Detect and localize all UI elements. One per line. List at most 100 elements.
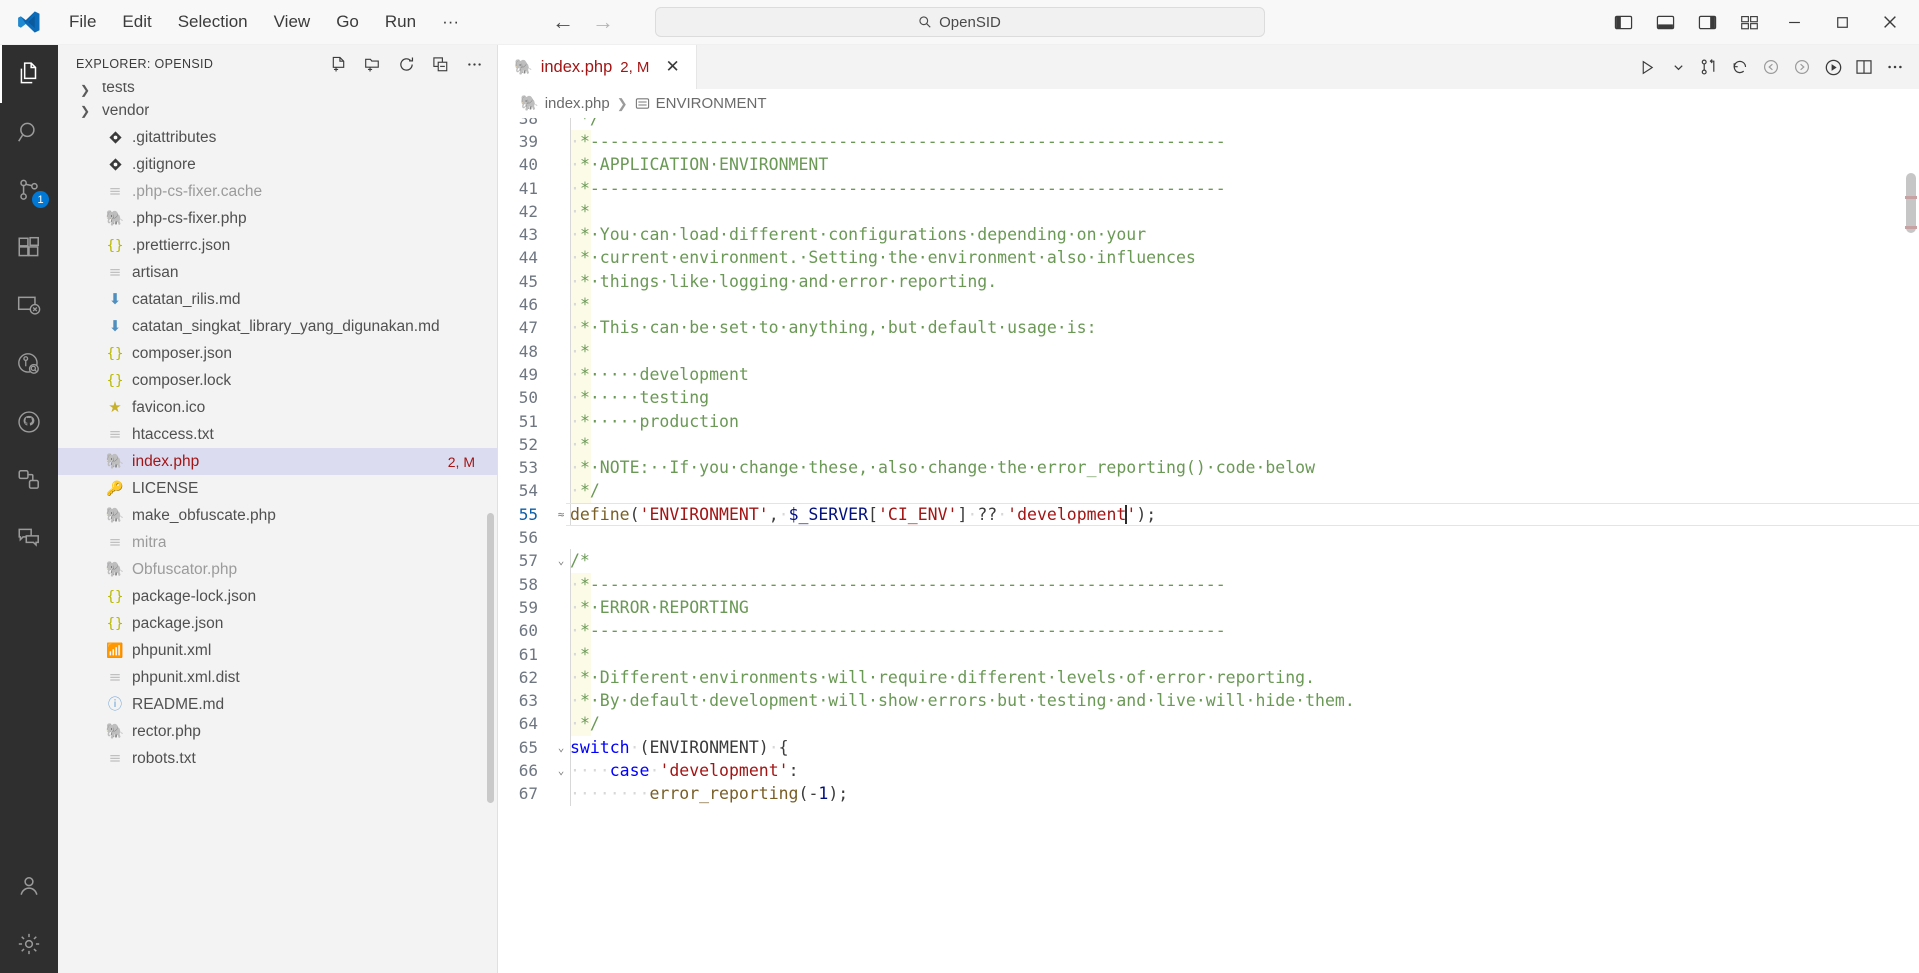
fold-toggle-icon[interactable]: ⌄ <box>552 759 570 782</box>
breadcrumb-item-file[interactable]: 🐘 index.php <box>520 95 610 112</box>
code-line[interactable]: 58 ·*------------------------------------… <box>498 572 1919 596</box>
tree-row-mitra[interactable]: ≡ mitra <box>58 529 497 556</box>
tree-row-license[interactable]: 🔑 LICENSE <box>58 475 497 502</box>
activity-bar-item-extensions[interactable] <box>0 219 58 277</box>
go-back-icon[interactable]: ← <box>552 11 574 33</box>
tree-row-composer-lock[interactable]: {} composer.lock <box>58 367 497 394</box>
command-center[interactable]: OpenSID <box>654 7 1265 37</box>
code-line[interactable]: 67 ········error_reporting(-1); <box>498 782 1919 806</box>
tree-row-obfuscator-php[interactable]: 🐘 Obfuscator.php <box>58 556 497 583</box>
toggle-panel-icon[interactable] <box>1645 3 1685 41</box>
new-folder-icon[interactable] <box>357 50 387 78</box>
chevron-down-icon[interactable] <box>1664 52 1692 82</box>
activity-bar-item-explorer[interactable] <box>0 45 58 103</box>
collapse-all-icon[interactable] <box>425 50 455 78</box>
new-file-icon[interactable] <box>323 50 353 78</box>
code-line[interactable]: 43 ·*·You·can·load·different·configuratio… <box>498 223 1919 247</box>
discard-icon[interactable] <box>1726 52 1754 82</box>
menu-go[interactable]: Go <box>323 8 372 36</box>
menu-file[interactable]: File <box>56 8 109 36</box>
code-editor[interactable]: 38 */39 ·*-------------------------------… <box>498 118 1919 973</box>
code-line[interactable]: 51 ·*·····production <box>498 409 1919 433</box>
tree-row-htaccess-txt[interactable]: ≡ htaccess.txt <box>58 421 497 448</box>
code-line[interactable]: 48 ·* <box>498 339 1919 363</box>
tree-row-index-php[interactable]: 🐘 index.php 2, M <box>58 448 497 475</box>
tree-row-catatan-rilis-md[interactable]: ⬇ catatan_rilis.md <box>58 286 497 313</box>
activity-bar-item-search[interactable] <box>0 103 58 161</box>
activity-bar-item-github[interactable] <box>0 393 58 451</box>
explorer-scrollbar[interactable] <box>487 513 494 803</box>
split-editor-icon[interactable] <box>1850 52 1878 82</box>
menu-run[interactable]: Run <box>372 8 429 36</box>
tree-row-phpunit-xml-dist[interactable]: ≡ phpunit.xml.dist <box>58 664 497 691</box>
code-line[interactable]: 64 ·*/ <box>498 712 1919 736</box>
tree-row-make-obfuscate-php[interactable]: 🐘 make_obfuscate.php <box>58 502 497 529</box>
breadcrumb-item-symbol[interactable]: ENVIRONMENT <box>635 95 767 112</box>
arrow-circle-right-icon[interactable] <box>1788 52 1816 82</box>
window-maximize-button[interactable] <box>1819 0 1865 44</box>
customize-layout-icon[interactable] <box>1729 3 1769 41</box>
code-line[interactable]: 44 ·*·current·environment.·Setting·the·en… <box>498 246 1919 270</box>
fold-toggle-icon[interactable]: ⌄ <box>552 549 570 572</box>
file-tree[interactable]: ❯ tests ❯ vendor .gitattributes .gitigno… <box>58 83 497 973</box>
tree-row-tests[interactable]: ❯ tests <box>58 83 497 97</box>
tree-row-gitignore[interactable]: .gitignore <box>58 151 497 178</box>
arrow-circle-left-icon[interactable] <box>1757 52 1785 82</box>
window-minimize-button[interactable] <box>1771 0 1817 44</box>
toggle-secondary-sidebar-icon[interactable] <box>1687 3 1727 41</box>
code-line[interactable]: 59 ·*·ERROR·REPORTING <box>498 595 1919 620</box>
editor-more-actions-icon[interactable] <box>1881 52 1909 82</box>
code-line[interactable]: 62 ·*·Different·environments·will·require… <box>498 665 1919 690</box>
close-icon[interactable]: ✕ <box>661 55 683 79</box>
compare-changes-icon[interactable] <box>1695 52 1723 82</box>
tab-index-php[interactable]: 🐘 index.php 2, M ✕ <box>498 45 697 89</box>
activity-bar-item-manage[interactable] <box>0 915 58 973</box>
code-line[interactable]: 60 ·*------------------------------------… <box>498 619 1919 643</box>
explorer-more-actions-icon[interactable] <box>459 50 489 78</box>
tree-row-artisan[interactable]: ≡ artisan <box>58 259 497 286</box>
tree-row-package-lock-json[interactable]: {} package-lock.json <box>58 583 497 610</box>
menu-selection[interactable]: Selection <box>165 8 261 36</box>
menu-more[interactable]: ··· <box>429 8 472 36</box>
tree-row-composer-json[interactable]: {} composer.json <box>58 340 497 367</box>
code-line[interactable]: 50 ·*·····testing <box>498 386 1919 410</box>
fold-toggle-icon[interactable]: ⌄ <box>552 736 570 759</box>
code-line[interactable]: 40 ·*·APPLICATION·ENVIRONMENT <box>498 153 1919 177</box>
activity-bar-item-remote-explorer[interactable] <box>0 277 58 335</box>
code-lines[interactable]: 38 */39 ·*-------------------------------… <box>498 118 1919 806</box>
tree-row-favicon-ico[interactable]: ★ favicon.ico <box>58 394 497 421</box>
go-forward-icon[interactable]: → <box>592 11 614 33</box>
code-line[interactable]: 56 <box>498 526 1919 549</box>
tree-row-catatan-singkat-md[interactable]: ⬇ catatan_singkat_library_yang_digunakan… <box>58 313 497 340</box>
run-debug-icon[interactable] <box>1819 52 1847 82</box>
fold-toggle-icon[interactable]: ≈ <box>552 503 570 526</box>
code-line[interactable]: 66 ⌄ ····case·'development': <box>498 759 1919 783</box>
code-line[interactable]: 41 ·*------------------------------------… <box>498 176 1919 200</box>
activity-bar-item-accounts[interactable] <box>0 857 58 915</box>
code-line[interactable]: 49 ·*·····development <box>498 362 1919 387</box>
tree-row-package-json[interactable]: {} package.json <box>58 610 497 637</box>
menu-edit[interactable]: Edit <box>109 8 164 36</box>
code-line[interactable]: 46 ·* <box>498 293 1919 317</box>
refresh-icon[interactable] <box>391 50 421 78</box>
menu-view[interactable]: View <box>261 8 324 36</box>
code-line[interactable]: 53 ·*·NOTE:··If·you·change·these,·also·ch… <box>498 456 1919 480</box>
tree-row-prettierrc-json[interactable]: {} .prettierrc.json <box>58 232 497 259</box>
code-line[interactable]: 39 ·*------------------------------------… <box>498 130 1919 154</box>
tree-row-gitattributes[interactable]: .gitattributes <box>58 124 497 151</box>
code-line[interactable]: 38 */ <box>498 118 1919 130</box>
tree-row-php-cs-fixer-php[interactable]: 🐘 .php-cs-fixer.php <box>58 205 497 232</box>
code-line[interactable]: 45 ·*·things·like·logging·and·error·repor… <box>498 269 1919 294</box>
toggle-primary-sidebar-icon[interactable] <box>1603 3 1643 41</box>
tree-row-phpunit-xml[interactable]: 📶 phpunit.xml <box>58 637 497 664</box>
code-line[interactable]: 55 ≈ define('ENVIRONMENT',·$_SERVER['CI_EN… <box>498 502 1919 527</box>
code-line[interactable]: 54 ·*/ <box>498 479 1919 503</box>
tree-row-readme-md[interactable]: ⓘ README.md <box>58 691 497 718</box>
editor-scrollbar[interactable] <box>1906 173 1916 233</box>
tree-row-vendor[interactable]: ❯ vendor <box>58 97 497 124</box>
play-icon[interactable] <box>1633 52 1661 82</box>
activity-bar-item-chat[interactable] <box>0 509 58 567</box>
code-line[interactable]: 65 ⌄ switch·(ENVIRONMENT)·{ <box>498 735 1919 760</box>
activity-bar-item-database[interactable] <box>0 451 58 509</box>
code-line[interactable]: 52 ·* <box>498 432 1919 457</box>
